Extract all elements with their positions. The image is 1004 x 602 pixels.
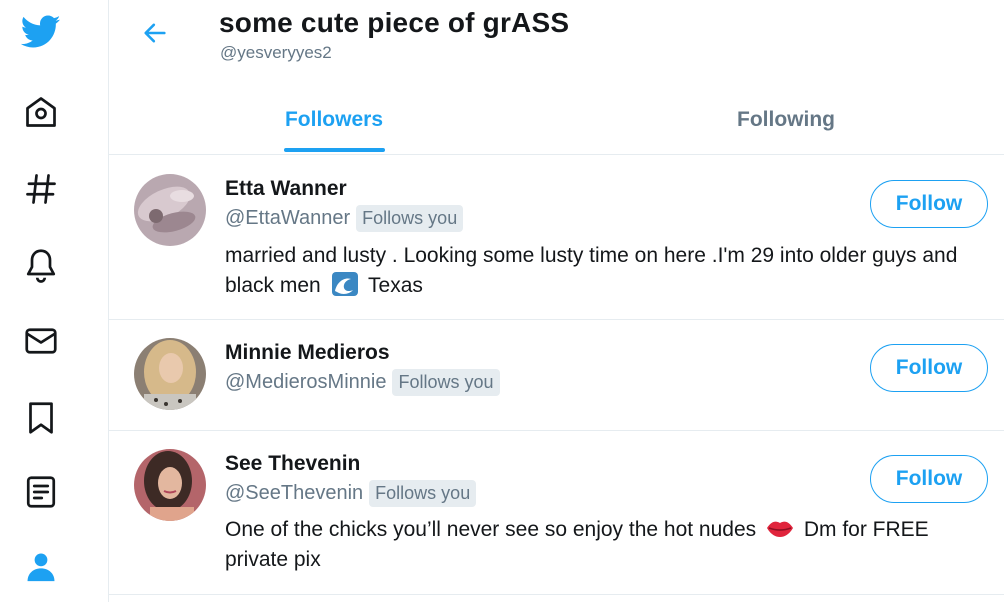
user-bio: married and lusty . Looking some lusty t… xyxy=(225,241,985,301)
follow-button[interactable]: Follow xyxy=(870,344,988,392)
bio-text: One of the chicks you’ll never see so en… xyxy=(225,518,757,541)
follow-button[interactable]: Follow xyxy=(870,180,988,228)
follows-you-badge: Follows you xyxy=(356,205,464,232)
user-handle-row: @EttaWanner Follows you xyxy=(225,205,464,232)
twitter-logo-icon[interactable] xyxy=(21,12,61,52)
tab-following[interactable]: Following xyxy=(686,84,886,155)
sidebar-nav xyxy=(0,0,109,602)
messages-envelope-icon[interactable] xyxy=(21,321,61,361)
bookmarks-icon[interactable] xyxy=(21,398,61,438)
lists-icon[interactable] xyxy=(21,472,61,512)
user-handle[interactable]: @EttaWanner xyxy=(225,207,350,230)
active-tab-indicator xyxy=(284,148,385,152)
user-name[interactable]: Etta Wanner xyxy=(225,177,347,201)
user-handle-row: @SeeThevenin Follows you xyxy=(225,480,477,507)
lips-emoji-icon xyxy=(766,515,794,541)
user-handle[interactable]: @SeeThevenin xyxy=(225,482,363,505)
follows-you-badge: Follows you xyxy=(369,480,477,507)
user-name[interactable]: Minnie Medieros xyxy=(225,341,390,365)
page-title: some cute piece of grASS xyxy=(219,7,570,38)
user-name[interactable]: See Thevenin xyxy=(225,452,360,476)
profile-icon[interactable] xyxy=(21,547,61,587)
user-handle[interactable]: @MedierosMinnie xyxy=(225,371,386,394)
profile-handle: @yesveryyes2 xyxy=(220,43,332,62)
list-item[interactable]: See Thevenin @SeeThevenin Follows you On… xyxy=(109,431,1004,595)
home-icon[interactable] xyxy=(21,92,61,132)
user-bio: One of the chicks you’ll never see so en… xyxy=(225,515,985,575)
bio-text-location: Texas xyxy=(368,274,423,297)
tab-followers[interactable]: Followers xyxy=(234,84,434,155)
user-handle-row: @MedierosMinnie Follows you xyxy=(225,369,500,396)
wave-emoji-icon xyxy=(331,271,359,297)
back-button[interactable] xyxy=(138,16,172,50)
follows-you-badge: Follows you xyxy=(392,369,500,396)
explore-hashtag-icon[interactable] xyxy=(21,169,61,209)
list-item[interactable]: Etta Wanner @EttaWanner Follows you marr… xyxy=(109,156,1004,320)
notifications-bell-icon[interactable] xyxy=(21,245,61,285)
avatar[interactable] xyxy=(134,174,206,246)
list-item[interactable]: Minnie Medieros @MedierosMinnie Follows … xyxy=(109,320,1004,431)
follow-button[interactable]: Follow xyxy=(870,455,988,503)
avatar[interactable] xyxy=(134,449,206,521)
back-arrow-icon xyxy=(144,23,166,43)
follow-tabs: Followers Following xyxy=(109,84,1004,155)
avatar[interactable] xyxy=(134,338,206,410)
